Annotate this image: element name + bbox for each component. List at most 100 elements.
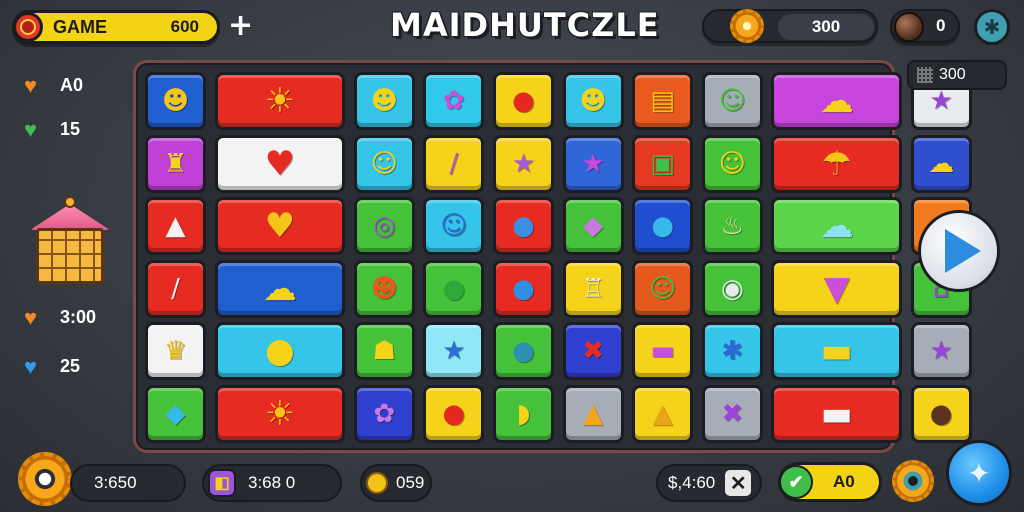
board-tile[interactable]: ★ xyxy=(423,322,485,380)
tile-icon: ☂ xyxy=(821,143,852,184)
board-tile[interactable]: ✖ xyxy=(701,384,763,443)
board-tile[interactable]: ☺ xyxy=(353,134,415,193)
board-tile[interactable]: ◉ xyxy=(701,259,763,318)
board-tile[interactable]: ♛ xyxy=(145,322,206,380)
sun-icon xyxy=(366,472,388,494)
board-tile[interactable]: ◎ xyxy=(353,197,415,255)
board-tile[interactable]: ✿ xyxy=(423,72,485,130)
stat-row: ♥ 3:00 xyxy=(24,306,96,328)
tile-icon: ☀ xyxy=(264,393,296,434)
board-tile[interactable]: ★ xyxy=(562,134,624,193)
board-tile[interactable]: ☀ xyxy=(214,384,346,443)
tile-icon: ★ xyxy=(511,148,536,179)
board-tile[interactable]: ● xyxy=(910,384,972,443)
board-tile[interactable]: ☁ xyxy=(214,259,346,318)
board-tile[interactable]: ♨ xyxy=(701,197,763,255)
board-tile[interactable]: ☻ xyxy=(562,72,624,130)
board-tile[interactable]: ▬ xyxy=(771,384,902,443)
board-tile[interactable]: / xyxy=(145,259,206,318)
board-tile[interactable]: ✖ xyxy=(562,322,624,380)
nuts-value: 0 xyxy=(936,16,946,35)
board-tile[interactable]: ▲ xyxy=(145,197,206,255)
coins-counter[interactable]: 300 xyxy=(702,9,878,43)
tile-icon: ◎ xyxy=(372,211,396,241)
nuts-counter[interactable]: 0 xyxy=(890,9,960,43)
board-tile[interactable]: ◗ xyxy=(493,384,554,443)
board-tile[interactable]: ◆ xyxy=(145,384,206,443)
board-tile[interactable]: ☂ xyxy=(771,134,902,193)
board-tile[interactable]: ▲ xyxy=(632,384,694,443)
green-value: A0 xyxy=(833,472,855,491)
board-tile[interactable]: ● xyxy=(214,322,346,380)
tile-icon: ★ xyxy=(581,148,605,179)
board-tile[interactable]: ☁ xyxy=(771,72,902,130)
score-counter: 300 xyxy=(907,60,1007,90)
board-tile[interactable]: ☁ xyxy=(771,197,902,255)
board-tile[interactable]: ♥ xyxy=(214,134,346,193)
tile-icon: ★ xyxy=(929,86,953,116)
board-tile[interactable]: ♥ xyxy=(214,197,346,255)
tile-icon: ☻ xyxy=(161,86,190,116)
bottom-gear-button[interactable] xyxy=(18,452,72,506)
tile-icon: ☺ xyxy=(718,148,746,179)
tile-icon: ☺ xyxy=(718,86,746,116)
board-tile[interactable]: ☺ xyxy=(423,197,485,255)
board-tile[interactable]: ☺ xyxy=(701,134,763,193)
board-tile[interactable]: ♜ xyxy=(145,134,206,193)
sun-value: 059 xyxy=(396,473,425,492)
tile-icon: ★ xyxy=(929,336,953,366)
board-tile[interactable]: ● xyxy=(423,384,485,443)
board-tile[interactable]: ☻ xyxy=(353,259,415,318)
board-tile[interactable]: ☁ xyxy=(910,134,972,193)
tile-icon: ♜ xyxy=(163,148,188,179)
board-tile[interactable]: ☺ xyxy=(701,72,763,130)
tile-icon: ☀ xyxy=(264,81,296,121)
board-tile[interactable]: ✿ xyxy=(353,384,415,443)
settings-button[interactable]: ✱ xyxy=(974,9,1010,45)
tile-icon: ● xyxy=(265,331,295,371)
board-tile[interactable]: ● xyxy=(493,322,554,380)
close-icon[interactable]: ✕ xyxy=(725,470,752,496)
green-counter[interactable]: ✔ A0 xyxy=(778,462,882,502)
board-tile[interactable]: ★ xyxy=(493,134,554,193)
tile-icon: ☁ xyxy=(262,268,297,309)
stat-value: A0 xyxy=(60,75,84,95)
moves-pill[interactable]: ◧ 3:68 0 xyxy=(202,464,342,502)
board-tile[interactable]: ✱ xyxy=(701,322,763,380)
board-tile[interactable]: ● xyxy=(493,259,554,318)
board-tile[interactable]: ▼ xyxy=(771,259,902,318)
play-button[interactable] xyxy=(918,210,1000,292)
tile-icon: ☁ xyxy=(819,81,854,121)
board-tile[interactable]: ▣ xyxy=(632,134,694,193)
add-button[interactable]: + xyxy=(228,8,253,43)
board-tile[interactable]: ▬ xyxy=(771,322,902,380)
coins-value: 300 xyxy=(778,14,874,40)
board-tile[interactable]: / xyxy=(423,134,485,193)
board-tile[interactable]: ▬ xyxy=(632,322,694,380)
tile-icon: ▣ xyxy=(650,148,675,179)
game-counter-pill[interactable]: GAME 600 xyxy=(12,10,220,44)
small-gear-button[interactable] xyxy=(892,460,934,502)
board-tile[interactable]: ● xyxy=(632,197,694,255)
board-tile[interactable]: ◆ xyxy=(562,197,624,255)
house-icon[interactable] xyxy=(30,196,110,288)
board-tile[interactable]: ☀ xyxy=(214,72,346,130)
board-tile[interactable]: ● xyxy=(423,259,485,318)
play-icon xyxy=(945,229,981,273)
board-tile[interactable]: ● xyxy=(493,197,554,255)
board-tile[interactable]: ☻ xyxy=(145,72,206,130)
board-tile[interactable]: ☗ xyxy=(353,322,415,380)
board-tile[interactable]: ★ xyxy=(910,322,972,380)
board-tile[interactable]: ▤ xyxy=(632,72,694,130)
heart-orange-icon: ♥ xyxy=(24,72,38,98)
board-tile[interactable]: ☻ xyxy=(353,72,415,130)
tile-icon: ◆ xyxy=(165,398,186,429)
board-tile[interactable]: ● xyxy=(493,72,554,130)
board-tile[interactable]: ▲ xyxy=(562,384,624,443)
tile-icon: ♨ xyxy=(720,211,744,241)
board-tile[interactable]: ♖ xyxy=(562,259,624,318)
board-tile[interactable]: ☺ xyxy=(632,259,694,318)
tile-icon: ● xyxy=(512,86,535,116)
timer-pill: 3:650 xyxy=(70,464,186,502)
hint-button[interactable]: ✦ xyxy=(946,440,1012,506)
